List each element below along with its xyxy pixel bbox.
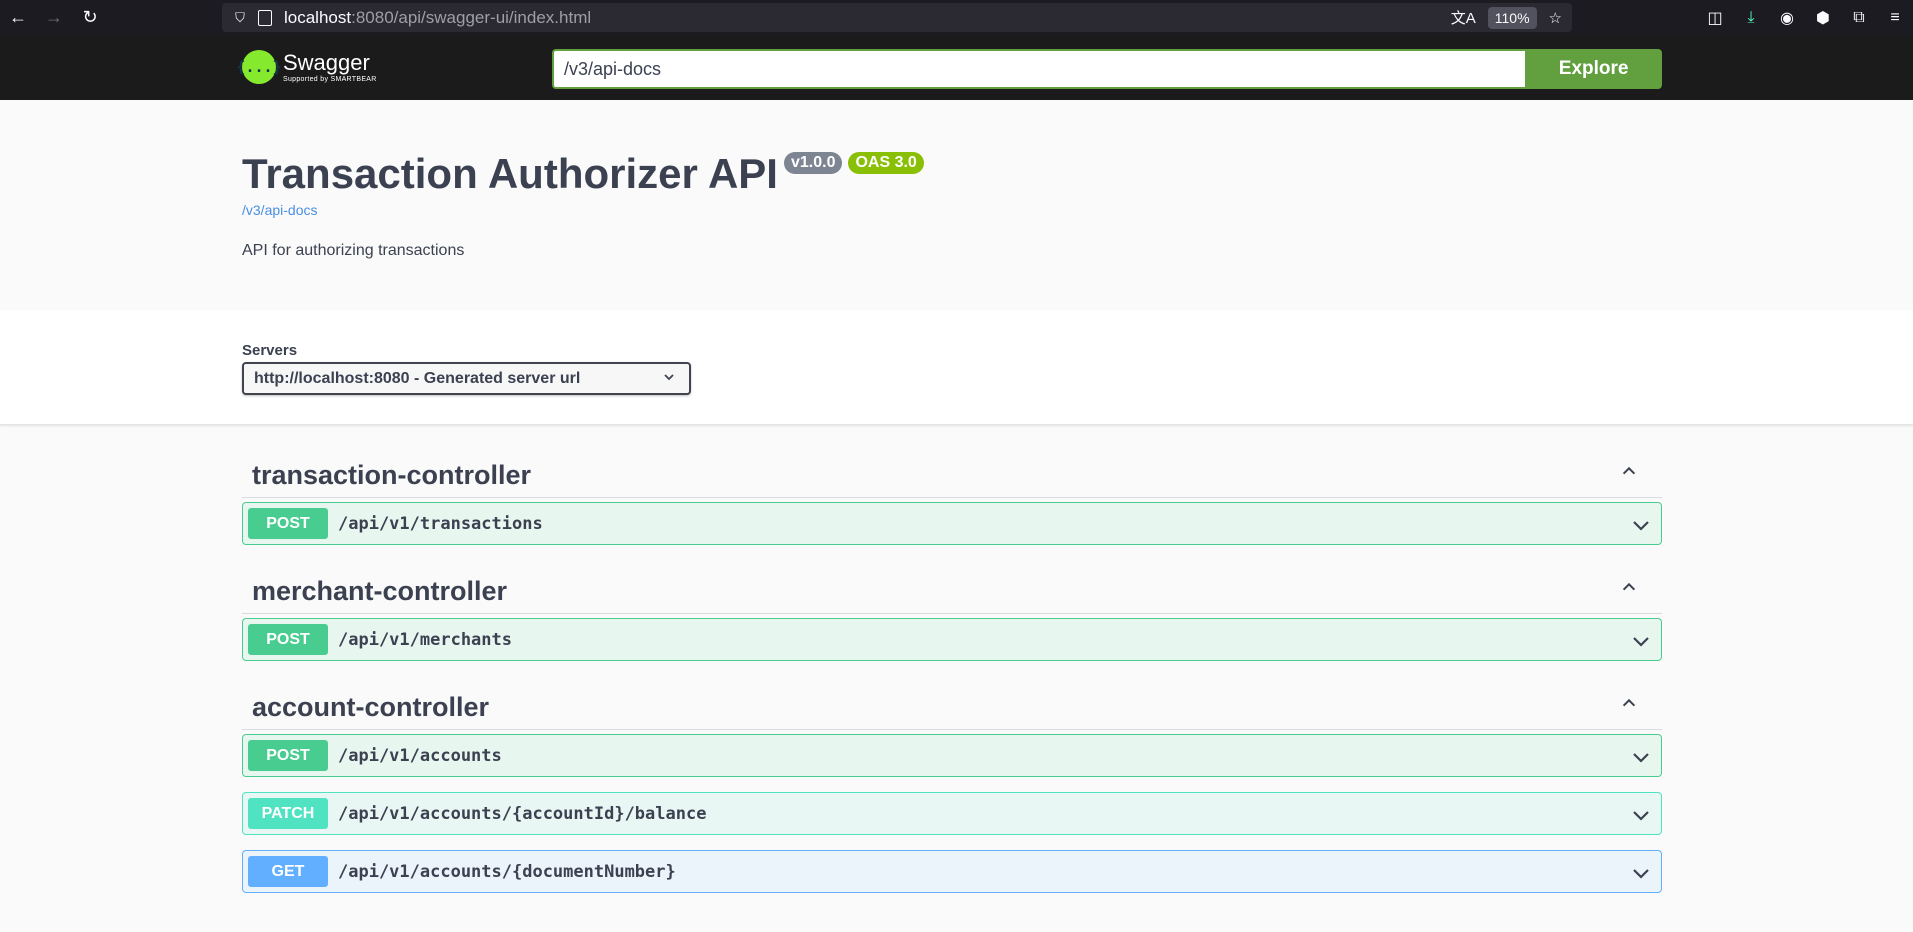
explore-form: Explore — [552, 49, 1662, 89]
endpoint-path: /api/v1/accounts — [338, 745, 502, 766]
endpoint-path: /api/v1/accounts/{documentNumber} — [338, 861, 676, 882]
http-method-badge: POST — [248, 740, 328, 771]
page-icon — [258, 9, 272, 26]
servers-label: Servers — [242, 342, 298, 359]
server-select-value: http://localhost:8080 - Generated server… — [254, 369, 581, 387]
opblock-patch[interactable]: PATCH/api/v1/accounts/{accountId}/balanc… — [242, 792, 1662, 835]
http-method-badge: GET — [248, 856, 328, 887]
opblock-get[interactable]: GET/api/v1/accounts/{documentNumber} — [242, 850, 1662, 893]
chevron-down-icon[interactable] — [1631, 747, 1651, 767]
tag-header-merchant-controller[interactable]: merchant-controller — [242, 566, 1662, 614]
chevron-up-icon[interactable] — [1620, 578, 1638, 596]
chevron-up-icon[interactable] — [1620, 694, 1638, 712]
url-text[interactable]: localhost:8080/api/swagger-ui/index.html — [284, 8, 591, 28]
tag-header-account-controller[interactable]: account-controller — [242, 682, 1662, 730]
translate-icon[interactable]: 文A — [1451, 7, 1476, 28]
shield-icon[interactable]: ⛉ — [232, 10, 248, 26]
account-icon[interactable]: ◉ — [1769, 8, 1805, 28]
zoom-level[interactable]: 110% — [1487, 6, 1537, 29]
api-info: Transaction Authorizer API v1.0.0 OAS 3.… — [0, 100, 1913, 310]
logo-sub: Supported by SMARTBEAR — [283, 75, 377, 83]
version-badge: v1.0.0 — [783, 152, 843, 174]
bookmark-star-icon[interactable]: ☆ — [1549, 9, 1562, 27]
extension-icon[interactable]: ⬢ — [1805, 8, 1841, 28]
tag-title: merchant-controller — [252, 576, 508, 606]
endpoint-path: /api/v1/accounts/{accountId}/balance — [338, 803, 707, 824]
swagger-logo[interactable]: {...} Swagger Supported by SMARTBEAR — [236, 49, 377, 84]
extensions-puzzle-icon[interactable]: ⧉ — [1841, 9, 1877, 27]
reload-icon[interactable]: ↻ — [72, 0, 108, 35]
opblock-post[interactable]: POST/api/v1/accounts — [242, 734, 1662, 777]
forward-icon[interactable]: → — [36, 0, 72, 35]
opblock-post[interactable]: POST/api/v1/transactions — [242, 502, 1662, 545]
chevron-down-icon[interactable] — [1631, 805, 1651, 825]
logo-word: Swagger — [283, 49, 370, 75]
server-select[interactable]: http://localhost:8080 - Generated server… — [242, 362, 691, 395]
endpoint-path: /api/v1/merchants — [338, 629, 512, 650]
chevron-down-icon[interactable] — [1631, 515, 1651, 535]
http-method-badge: PATCH — [248, 798, 328, 829]
chevron-down-icon — [663, 371, 675, 386]
spec-url-input[interactable] — [552, 49, 1526, 89]
oas-badge: OAS 3.0 — [848, 152, 924, 174]
browser-toolbar: ← → ↻ ⛉ localhost:8080/api/swagger-ui/in… — [0, 0, 1913, 35]
spec-link[interactable]: /v3/api-docs — [242, 202, 317, 218]
chevron-up-icon[interactable] — [1620, 462, 1638, 480]
swagger-logo-icon: {...} — [236, 50, 282, 84]
download-icon[interactable]: ⤓ — [1733, 9, 1769, 27]
servers-section: Servers http://localhost:8080 - Generate… — [0, 310, 1913, 425]
tag-title: transaction-controller — [252, 460, 532, 490]
tag-header-transaction-controller[interactable]: transaction-controller — [242, 450, 1662, 498]
endpoint-path: /api/v1/transactions — [338, 513, 543, 534]
chevron-down-icon[interactable] — [1631, 631, 1651, 651]
tag-title: account-controller — [252, 692, 490, 722]
api-description: API for authorizing transactions — [242, 242, 465, 259]
back-icon[interactable]: ← — [0, 0, 36, 35]
pocket-icon[interactable]: ◫ — [1697, 8, 1733, 28]
http-method-badge: POST — [248, 624, 328, 655]
address-bar[interactable]: ⛉ localhost:8080/api/swagger-ui/index.ht… — [222, 3, 1572, 32]
http-method-badge: POST — [248, 508, 328, 539]
opblock-post[interactable]: POST/api/v1/merchants — [242, 618, 1662, 661]
page-title: Transaction Authorizer API — [242, 150, 778, 197]
swagger-topbar: {...} Swagger Supported by SMARTBEAR Exp… — [0, 35, 1913, 100]
explore-button[interactable]: Explore — [1525, 49, 1662, 89]
menu-icon[interactable]: ≡ — [1877, 9, 1913, 27]
chevron-down-icon[interactable] — [1631, 863, 1651, 883]
